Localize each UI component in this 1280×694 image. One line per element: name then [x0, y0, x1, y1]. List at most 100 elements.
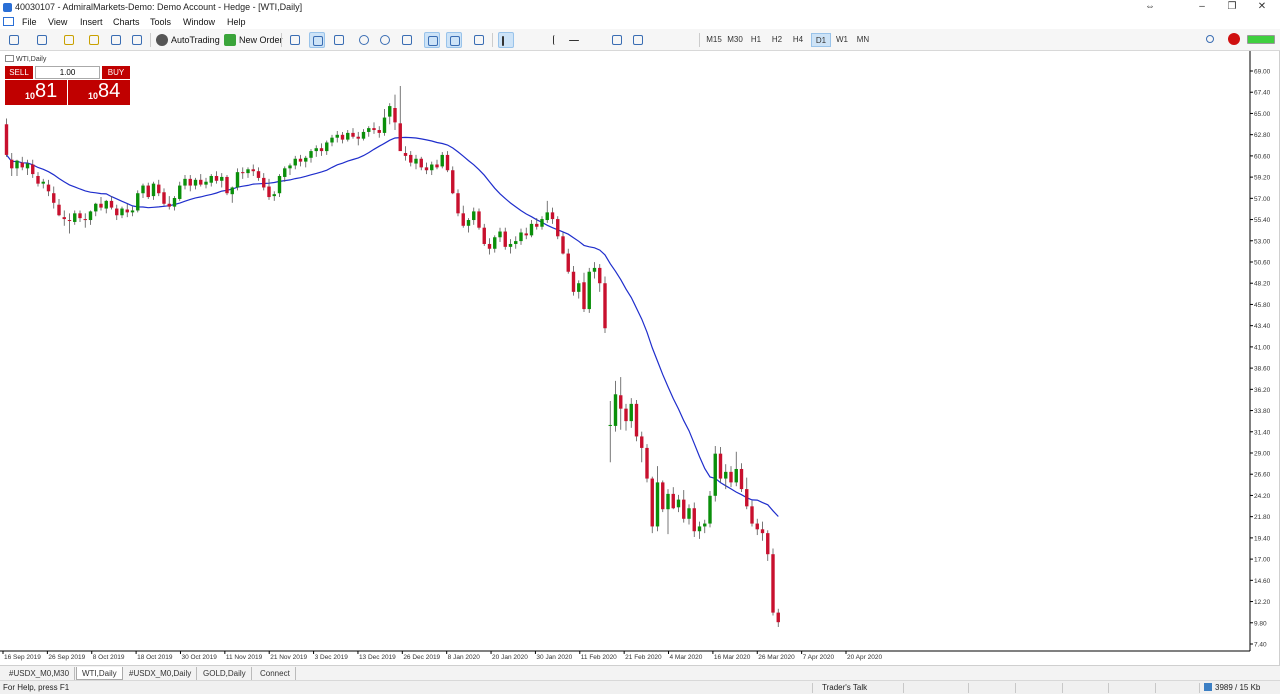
- timeframe-h4[interactable]: H4: [788, 33, 808, 47]
- buy-button[interactable]: BUY: [102, 66, 130, 79]
- text-tool-icon[interactable]: [651, 32, 667, 48]
- menu-insert[interactable]: Insert: [80, 17, 103, 27]
- minimize-button[interactable]: –: [1195, 1, 1209, 13]
- candle-body: [57, 204, 61, 216]
- candle-body: [288, 165, 292, 169]
- timeframe-h2[interactable]: H2: [767, 33, 787, 47]
- candle: [272, 191, 276, 201]
- chart-window[interactable]: 69.00 67.40 65.00 62.80 60.60 59.20 57.00 55.40…: [0, 51, 1280, 665]
- candle-body: [708, 495, 712, 524]
- market-watch-icon[interactable]: [61, 32, 77, 48]
- cursor-icon[interactable]: [498, 32, 514, 48]
- candle: [587, 267, 591, 313]
- arrows-dropdown-icon[interactable]: [672, 32, 688, 48]
- tab-connect[interactable]: Connect: [255, 667, 296, 680]
- time-axis-label: 8 Oct 2019: [93, 654, 125, 661]
- bar-chart-icon[interactable]: [287, 32, 303, 48]
- new-chart-icon[interactable]: [6, 32, 22, 48]
- candle: [120, 206, 124, 219]
- chart-shift-icon[interactable]: [424, 32, 440, 48]
- menu-help[interactable]: Help: [227, 17, 246, 27]
- sell-price[interactable]: 10 81: [5, 80, 67, 105]
- tab-wti-daily[interactable]: WTI,Daily: [76, 667, 123, 680]
- menu-tools[interactable]: Tools: [150, 17, 171, 27]
- zoom-in-icon[interactable]: [356, 32, 372, 48]
- candle-body: [272, 194, 276, 197]
- candle-body: [461, 213, 465, 226]
- horizontal-line-icon[interactable]: [566, 32, 582, 48]
- candle-body: [356, 136, 360, 139]
- candle: [235, 168, 240, 191]
- templates-icon[interactable]: [471, 32, 487, 48]
- close-button[interactable]: ✕: [1255, 1, 1269, 13]
- candle-body: [235, 172, 240, 188]
- tab-gold-daily[interactable]: GOLD,Daily: [198, 667, 252, 680]
- tab-usdx-daily[interactable]: #USDX_M0,Daily: [124, 667, 198, 680]
- candle: [36, 172, 40, 187]
- candle: [162, 188, 166, 206]
- crosshair-icon[interactable]: [519, 32, 535, 48]
- tile-windows-icon[interactable]: [399, 32, 415, 48]
- menu-file[interactable]: File: [22, 17, 37, 27]
- candle-body: [146, 185, 150, 198]
- restore-arrows-icon[interactable]: ⇔: [1143, 1, 1157, 13]
- auto-scroll-icon[interactable]: [446, 32, 462, 48]
- timeframe-w1[interactable]: W1: [832, 33, 852, 47]
- notification-icon[interactable]: [1228, 33, 1240, 45]
- timeframe-d1[interactable]: D1: [811, 33, 831, 47]
- search-icon[interactable]: [1203, 32, 1219, 48]
- terminal-icon[interactable]: [108, 32, 124, 48]
- maximize-button[interactable]: ❐: [1225, 1, 1239, 13]
- price-axis-label: 17.00: [1254, 557, 1271, 564]
- candle-body: [20, 162, 24, 168]
- sell-button[interactable]: SELL: [5, 66, 33, 79]
- vertical-line-icon[interactable]: [545, 32, 561, 48]
- line-chart-icon[interactable]: [331, 32, 347, 48]
- menu-charts[interactable]: Charts: [113, 17, 140, 27]
- time-axis-label: 20 Jan 2020: [492, 654, 528, 661]
- candle-body: [67, 220, 72, 222]
- candle: [125, 203, 129, 218]
- one-click-trading-panel: SELL 1.00 BUY 10 81 10 84: [5, 66, 130, 105]
- timeframe-m15[interactable]: M15: [704, 33, 724, 47]
- price-axis-label: 45.80: [1254, 302, 1271, 309]
- autotrading-button[interactable]: AutoTrading: [154, 32, 220, 48]
- candle-body: [172, 198, 177, 207]
- price-axis-label: 26.60: [1254, 472, 1271, 479]
- connection-status-icon[interactable]: [1247, 35, 1275, 44]
- trendline-icon[interactable]: [588, 32, 604, 48]
- profiles-icon[interactable]: [34, 32, 50, 48]
- price-chart[interactable]: 69.00 67.40 65.00 62.80 60.60 59.20 57.00 55.40…: [0, 51, 1279, 665]
- zoom-out-icon[interactable]: [377, 32, 393, 48]
- navigator-icon[interactable]: [86, 32, 102, 48]
- candle: [619, 377, 623, 430]
- lot-size-input[interactable]: 1.00: [35, 66, 100, 79]
- title-bar: 40030107 - AdmiralMarkets-Demo: Demo Acc…: [0, 0, 1280, 15]
- fibonacci-icon[interactable]: [630, 32, 646, 48]
- new-order-button[interactable]: New Order: [222, 32, 283, 48]
- tab-usdx-m30[interactable]: #USDX_M0,M30: [4, 667, 76, 680]
- buy-price[interactable]: 10 84: [68, 80, 130, 105]
- menu-window[interactable]: Window: [183, 17, 215, 27]
- candle-body: [498, 231, 502, 238]
- candlestick-chart-icon[interactable]: [309, 32, 325, 48]
- timeframe-mn[interactable]: MN: [853, 33, 873, 47]
- candle: [755, 518, 759, 536]
- traders-talk-link[interactable]: Trader's Talk: [822, 683, 867, 692]
- menu-view[interactable]: View: [48, 17, 67, 27]
- price-axis-label: 31.40: [1254, 429, 1271, 436]
- price-axis-label: 53.00: [1254, 238, 1271, 245]
- strategy-tester-icon[interactable]: [129, 32, 145, 48]
- candle-body: [361, 131, 366, 139]
- timeframe-h1[interactable]: H1: [746, 33, 766, 47]
- equidistant-channel-icon[interactable]: [609, 32, 625, 48]
- candle: [734, 451, 738, 487]
- candle-body: [398, 123, 402, 152]
- time-axis-label: 16 Mar 2020: [714, 654, 751, 661]
- window-menu-icon[interactable]: [3, 17, 14, 26]
- candle-body: [130, 210, 135, 213]
- candle: [571, 265, 576, 296]
- time-axis-label: 13 Dec 2019: [359, 654, 396, 661]
- timeframe-m30[interactable]: M30: [725, 33, 745, 47]
- candle: [393, 94, 397, 131]
